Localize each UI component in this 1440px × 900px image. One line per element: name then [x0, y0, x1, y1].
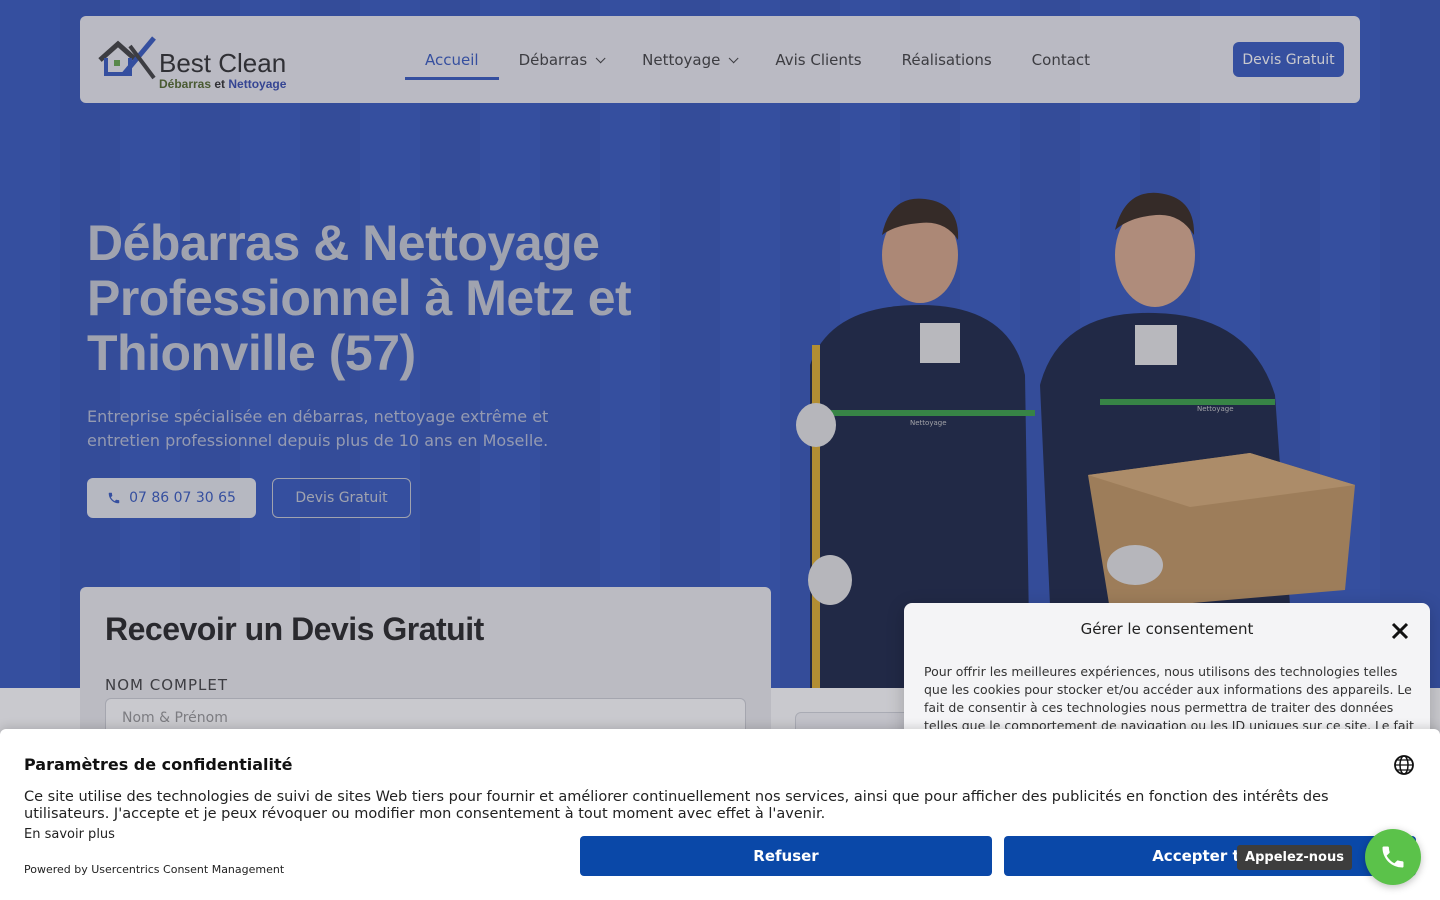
phone-icon — [1382, 846, 1404, 868]
close-icon[interactable] — [1390, 621, 1410, 641]
worker-badge-1: Nettoyage — [910, 419, 947, 427]
phone-button[interactable]: 07 86 07 30 65 — [87, 478, 256, 518]
logo-tagline: Débarras et Nettoyage — [159, 77, 286, 91]
chevron-down-icon — [729, 52, 739, 63]
logo-tag-debarras: Débarras — [159, 77, 212, 91]
hero-title: Débarras & Nettoyage Professionnel à Met… — [87, 215, 632, 381]
accept-all-button[interactable]: Accepter tout — [1004, 836, 1416, 876]
hero-devis-button[interactable]: Devis Gratuit — [272, 478, 411, 518]
name-field-label: NOM COMPLET — [105, 676, 229, 694]
language-globe-icon[interactable] — [1393, 754, 1415, 776]
worker-badge-2: Nettoyage — [1197, 405, 1234, 413]
powered-by-link[interactable]: Powered by Usercentrics Consent Manageme… — [24, 863, 284, 876]
nav-label: Accueil — [425, 51, 479, 69]
phone-number: 07 86 07 30 65 — [129, 490, 236, 506]
cookie-banner-text: Ce site utilise des technologies de suiv… — [24, 789, 1329, 822]
nav-label: Débarras — [518, 51, 588, 69]
name-input-placeholder: Nom & Prénom — [122, 710, 228, 726]
site-header: Best Clean Débarras et Nettoyage Accueil… — [80, 16, 1360, 103]
cookie-banner: Paramètres de confidentialité Ce site ut… — [0, 729, 1440, 900]
nav-item-accueil[interactable]: Accueil — [405, 42, 499, 80]
main-nav: Accueil Débarras Nettoyage Avis Clients … — [405, 42, 1110, 94]
logo-name: Best Clean — [159, 48, 287, 78]
logo-tag-et: et — [214, 77, 226, 91]
consent-modal-title: Gérer le consentement — [1080, 620, 1254, 638]
nav-label: Nettoyage — [642, 51, 721, 69]
learn-more-link[interactable]: En savoir plus — [24, 827, 115, 842]
chevron-down-icon — [595, 52, 606, 63]
nav-label: Contact — [1031, 51, 1091, 69]
refuse-button[interactable]: Refuser — [580, 836, 992, 876]
nav-item-debarras[interactable]: Débarras — [499, 42, 623, 78]
hero-subtitle: Entreprise spécialisée en débarras, nett… — [87, 407, 549, 450]
nav-item-realisations[interactable]: Réalisations — [882, 42, 1012, 78]
site-logo[interactable]: Best Clean Débarras et Nettoyage — [96, 32, 306, 91]
logo-house-icon — [98, 36, 156, 80]
nav-item-nettoyage[interactable]: Nettoyage — [622, 42, 755, 78]
hero-section: Best Clean Débarras et Nettoyage Accueil… — [0, 0, 1440, 688]
nav-item-contact[interactable]: Contact — [1012, 42, 1110, 78]
logo-tag-nettoyage: Nettoyage — [228, 77, 287, 91]
nav-label: Réalisations — [901, 51, 992, 69]
nav-label: Avis Clients — [775, 51, 862, 69]
cookie-banner-title: Paramètres de confidentialité — [24, 755, 293, 774]
call-button[interactable] — [1365, 829, 1421, 885]
header-devis-button[interactable]: Devis Gratuit — [1233, 42, 1344, 77]
call-us-label[interactable]: Appelez-nous — [1237, 845, 1352, 870]
quote-form-title: Recevoir un Devis Gratuit — [105, 611, 484, 647]
phone-icon — [108, 492, 120, 504]
nav-item-avis-clients[interactable]: Avis Clients — [755, 42, 881, 78]
